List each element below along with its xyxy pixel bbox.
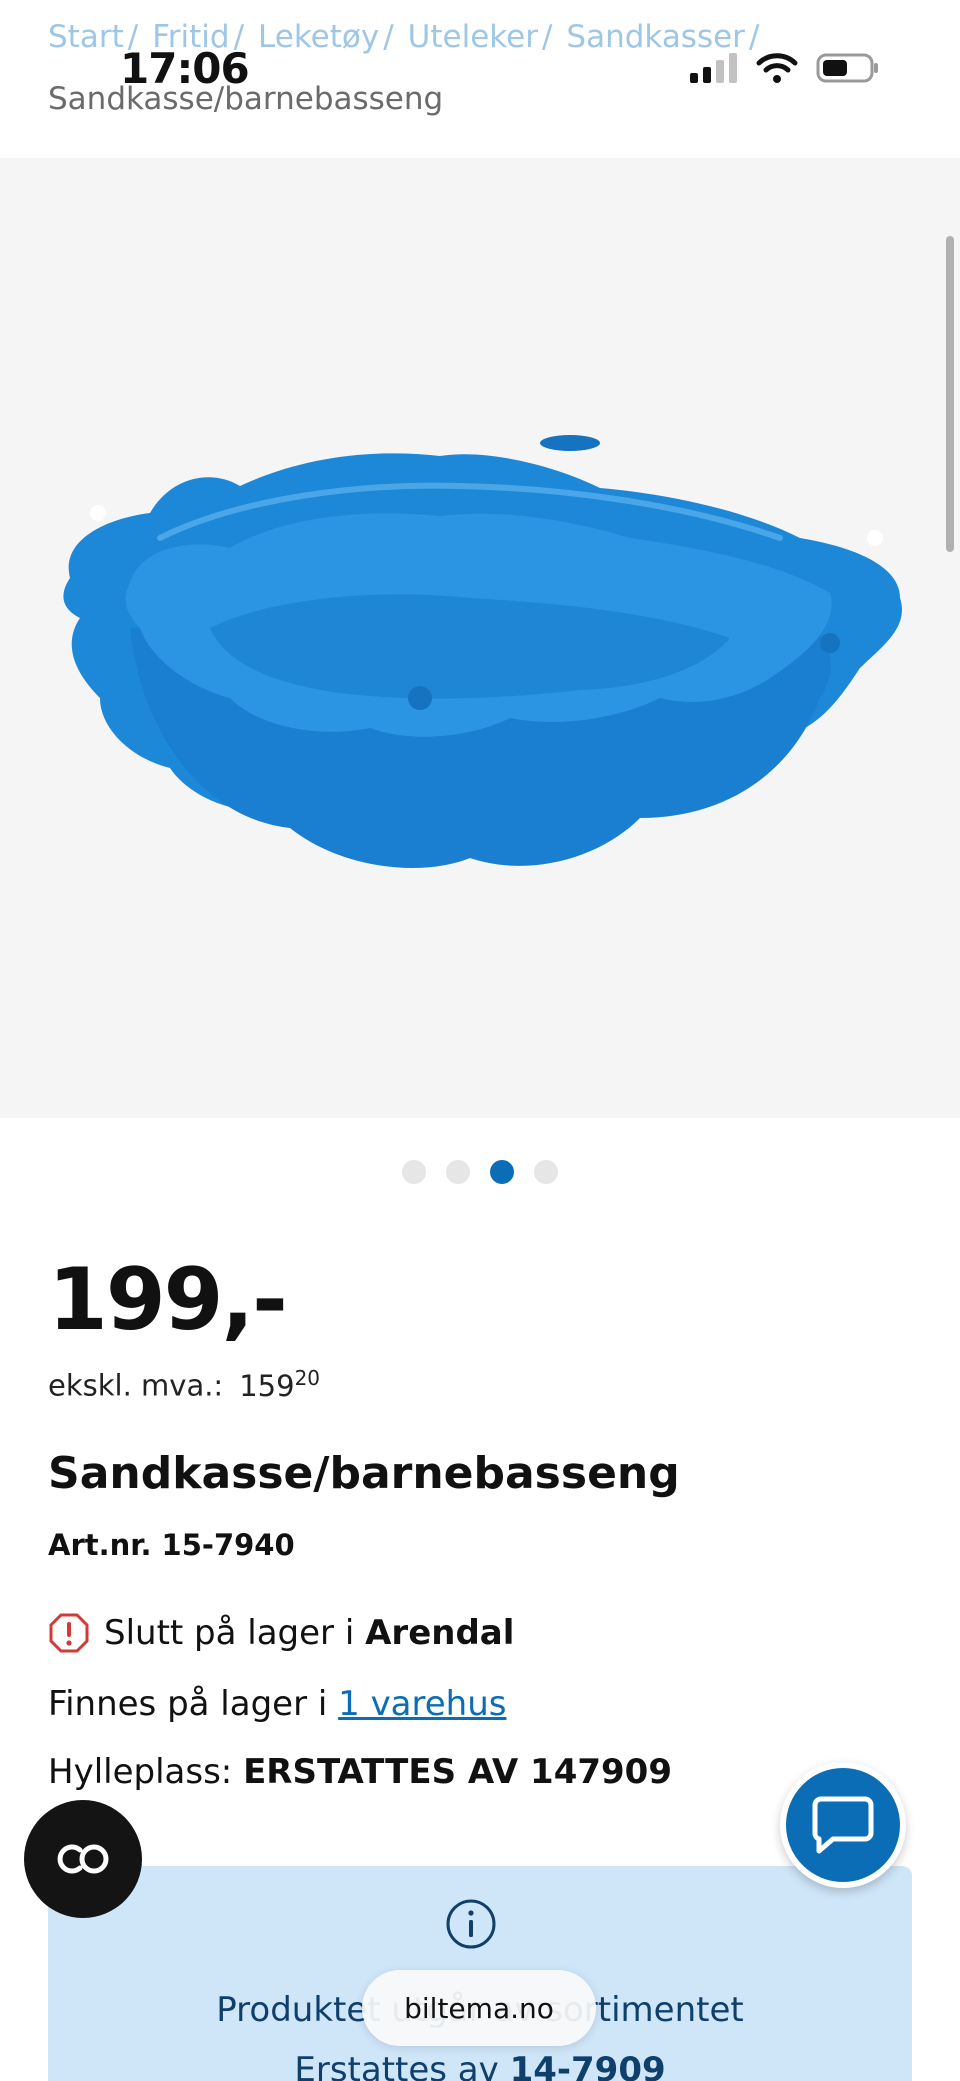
shelf-location: Hylleplass: ERSTATTES AV 147909 xyxy=(48,1752,672,1792)
exclamation-circle-icon xyxy=(48,1612,90,1654)
gallery-dot[interactable] xyxy=(446,1160,470,1184)
chat-button[interactable] xyxy=(780,1762,906,1888)
ex-vat-label: ekskl. mva.: xyxy=(48,1368,224,1403)
gallery-pagination xyxy=(0,1160,960,1184)
breadcrumb-leketoy[interactable]: Leketøy xyxy=(258,19,379,55)
breadcrumb-separator: / xyxy=(383,19,394,55)
product-image xyxy=(63,435,902,868)
co-button[interactable] xyxy=(24,1800,142,1918)
stock-status-local: Slutt på lager i Arendal xyxy=(48,1612,514,1654)
price-ex-vat: ekskl. mva.: 15920 xyxy=(48,1366,320,1403)
shelf-value: ERSTATTES AV 147909 xyxy=(243,1752,672,1792)
stock-out-prefix: Slutt på lager i xyxy=(104,1613,355,1653)
breadcrumb-sandkasser[interactable]: Sandkasser xyxy=(566,19,745,55)
chat-bubble-icon xyxy=(812,1796,874,1854)
gallery-dot[interactable] xyxy=(402,1160,426,1184)
product-title: Sandkasse/barnebasseng xyxy=(48,1448,680,1499)
breadcrumb-current: Sandkasse/barnebasseng xyxy=(48,81,444,117)
article-number: Art.nr. 15-7940 xyxy=(48,1528,295,1562)
replacement-prefix: Erstattes av xyxy=(294,2050,499,2081)
ex-vat-value: 159 xyxy=(239,1368,295,1403)
gallery-scrollbar[interactable] xyxy=(946,236,954,552)
stock-in-prefix: Finnes på lager i xyxy=(48,1684,328,1724)
stock-status-other: Finnes på lager i 1 varehus xyxy=(48,1684,506,1724)
ex-vat-cents: 20 xyxy=(294,1366,321,1390)
breadcrumb-fritid[interactable]: Fritid xyxy=(152,19,229,55)
breadcrumb-separator: / xyxy=(748,19,760,55)
breadcrumb-separator: / xyxy=(541,19,553,55)
warehouse-link[interactable]: 1 varehus xyxy=(338,1684,506,1724)
shelf-label: Hylleplass: xyxy=(48,1752,233,1792)
breadcrumb-start[interactable]: Start xyxy=(48,19,124,55)
breadcrumb-uteleker[interactable]: Uteleker xyxy=(408,19,538,55)
product-gallery[interactable] xyxy=(0,158,960,1118)
browser-url-pill[interactable]: biltema.no xyxy=(362,1970,596,2046)
replacement-article[interactable]: 14-7909 xyxy=(510,2050,666,2081)
replacement-text: Erstattes av 14-7909 xyxy=(48,2050,912,2081)
stock-out-store: Arendal xyxy=(365,1613,515,1653)
info-circle-icon xyxy=(446,1899,496,1949)
breadcrumb-separator: / xyxy=(127,19,139,55)
co-logo-icon xyxy=(57,1844,109,1874)
gallery-dot[interactable] xyxy=(534,1160,558,1184)
breadcrumb: Start / Fritid / Leketøy / Uteleker / Sandkasser… xyxy=(48,6,908,130)
product-price: 199,- xyxy=(48,1250,288,1350)
gallery-dot-active[interactable] xyxy=(490,1160,514,1184)
breadcrumb-separator: / xyxy=(233,19,245,55)
